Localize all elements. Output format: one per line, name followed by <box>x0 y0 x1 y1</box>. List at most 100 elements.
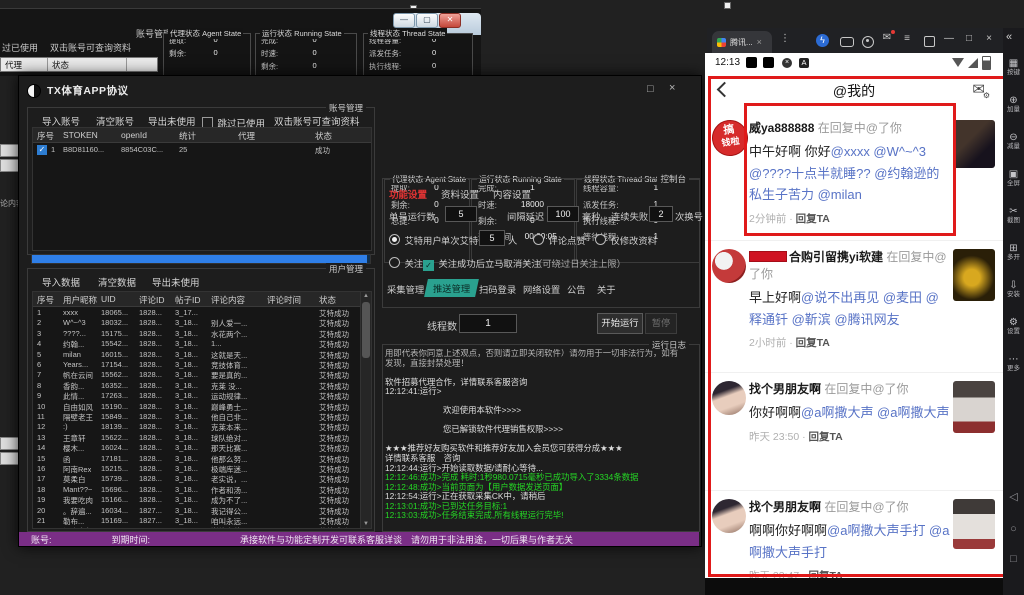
thread-count-input[interactable]: 1 <box>459 314 517 333</box>
maximize-icon[interactable]: □ <box>647 84 654 95</box>
column-header[interactable]: 序号 <box>37 130 54 142</box>
avatar[interactable]: 搞钱啦 <box>710 118 751 159</box>
start-run-button[interactable]: 开始运行 <box>597 313 643 334</box>
collapse-icon[interactable]: « <box>1006 31 1012 43</box>
comment-thumbnail[interactable] <box>953 499 995 549</box>
close-icon[interactable]: × <box>982 33 996 45</box>
profile-only-radio[interactable]: 仅修改资料 <box>595 231 657 249</box>
table-row[interactable]: 1xxxx18065...1828...3_17...艾特成功 <box>33 307 361 317</box>
message-settings-icon[interactable]: ✉⚙ <box>972 80 985 98</box>
scrollbar[interactable]: ▲ ▼ <box>360 292 371 528</box>
close-icon[interactable]: × <box>669 83 675 94</box>
follow-radio[interactable]: 关注 <box>389 254 423 272</box>
radio-icon[interactable] <box>389 234 400 245</box>
import-accounts-button[interactable]: 导入账号 <box>42 114 80 128</box>
table-row[interactable]: 9此情...17263...1828...3_18...运动规律...艾特成功 <box>33 390 361 400</box>
tab-collect-manage[interactable]: 采集管理 <box>387 282 424 296</box>
tab-close-icon[interactable]: × <box>757 37 762 47</box>
table-row[interactable]: 12:)18139...1828...3_18...克莱本来...艾特成功 <box>33 421 361 431</box>
column-header[interactable]: 评论时间 <box>267 294 301 306</box>
column-header[interactable]: 统计 <box>179 130 196 142</box>
sidebar-item-按键[interactable]: ▦按键 <box>1003 58 1024 77</box>
minimize-icon[interactable]: — <box>942 33 956 45</box>
column-header[interactable]: 状态 <box>319 294 336 306</box>
table-row[interactable]: 17莫柔白15739...1828...3_18...老实说，...艾特成功 <box>33 473 361 483</box>
radio-icon[interactable] <box>533 234 544 245</box>
maximize-icon[interactable]: □ <box>962 33 976 45</box>
table-row[interactable]: 3????...15175...1828...3_18...水花两个...艾特成… <box>33 328 361 338</box>
table-row[interactable]: 15函17181...1828...3_18...他那么努...艾特成功 <box>33 453 361 463</box>
table-row[interactable]: 21勒布...15169...1827...3_18...咱叫永远...艾特成功 <box>33 515 361 525</box>
column-header[interactable]: 用户昵称 <box>63 294 97 306</box>
interval-input[interactable]: 100 <box>547 206 579 222</box>
boost-icon[interactable]: ϟ <box>816 34 829 47</box>
scroll-down-icon[interactable]: ▼ <box>361 521 371 527</box>
column-header[interactable]: 状态 <box>315 130 332 142</box>
tab-push-manage[interactable]: 推送管理 <box>424 279 479 297</box>
column-header[interactable]: STOKEN <box>63 130 98 140</box>
tab-announcement[interactable]: 公告 <box>567 282 586 296</box>
table-row[interactable]: 19我要吃肉15166...1828...3_18...成为不了...艾特成功 <box>33 494 361 504</box>
android-back-icon[interactable]: ◁ <box>1003 490 1024 503</box>
fail-input[interactable]: 2 <box>649 206 673 222</box>
table-row[interactable]: 22设个青年1430018273_18巅峰内蒙...艾特成功 <box>33 525 361 528</box>
reply-button[interactable]: 回复TA <box>809 570 843 578</box>
sidebar-item-截图[interactable]: ✂截图 <box>1003 206 1024 225</box>
table-row[interactable]: 7帆在云间15562...1828...3_18...要是真的...艾特成功 <box>33 369 361 379</box>
export-unused-button[interactable]: 导出未使用 <box>148 114 196 128</box>
mail-icon[interactable]: ✉ <box>880 32 894 44</box>
minimize-icon[interactable]: — <box>393 13 415 28</box>
column-header[interactable]: UID <box>101 294 116 304</box>
close-icon[interactable]: ✕ <box>439 13 461 28</box>
tab-profile-settings[interactable]: 资料设置 <box>441 187 479 201</box>
clear-accounts-button[interactable]: 清空账号 <box>96 114 134 128</box>
table-row[interactable]: 11隔壁老王15849...1828...3_18...他自己非...艾特成功 <box>33 411 361 421</box>
browser-tab[interactable]: 腾讯... × <box>712 31 772 53</box>
avatar[interactable] <box>712 249 746 283</box>
sidebar-item-加量[interactable]: ⊕加量 <box>1003 95 1024 114</box>
reply-button[interactable]: 回复TA <box>796 213 830 225</box>
table-row[interactable]: 14樱木...16024...1828...3_18...那天比赛...艾特成功 <box>33 442 361 452</box>
gamepad-icon[interactable] <box>840 37 854 47</box>
tab-qr-login[interactable]: 扫码登录 <box>479 282 516 296</box>
column-header[interactable]: 评论ID <box>139 294 165 306</box>
run-count-input[interactable]: 5 <box>445 206 477 222</box>
sync-icon[interactable] <box>924 36 935 47</box>
radio-icon[interactable] <box>389 257 400 268</box>
run-log[interactable]: 用即代表你同意上述观点，否则请立即关闭软件）请勿用于一切非法行为，如有发现，直接… <box>385 349 695 531</box>
more-vert-icon[interactable]: ⋮ <box>778 33 792 45</box>
table-row[interactable]: 13王章轩15622...1828...3_18...球队绝对...艾特成功 <box>33 432 361 442</box>
column-header[interactable]: 序号 <box>37 294 54 306</box>
column-header[interactable]: openId <box>121 130 147 140</box>
tab-about[interactable]: 关于 <box>597 282 616 296</box>
avatar[interactable] <box>712 381 746 415</box>
maximize-icon[interactable]: ▢ <box>416 13 438 28</box>
account-table[interactable]: 序号STOKENopenId统计代理状态 ✓1B8D81160...8854C0… <box>32 127 372 251</box>
at-once-input[interactable]: 5 <box>479 230 505 246</box>
export-unused-data-button[interactable]: 导出未使用 <box>152 275 200 289</box>
table-row[interactable]: 10自由如风15190...1828...3_18...巅峰勇士...艾特成功 <box>33 401 361 411</box>
table-row[interactable]: 18Mant??~15696...1828...3_18...作者和汤...艾特… <box>33 484 361 494</box>
comment-item[interactable]: 找个男朋友啊 在回复中@了你啊啊你好啊啊@a啊撒大声手打 @a啊撒大声手打昨天 … <box>705 490 1003 491</box>
comment-thumbnail[interactable] <box>953 120 995 168</box>
menu-icon[interactable]: ≡ <box>900 33 914 45</box>
column-header[interactable]: 代理 <box>238 130 255 142</box>
table-row[interactable]: 5milan16015...1828...3_18...这就是天...艾特成功 <box>33 349 361 359</box>
at-user-radio[interactable]: 艾特用户 <box>389 231 442 249</box>
sidebar-item-全屏[interactable]: ▣全屏 <box>1003 169 1024 188</box>
user-table[interactable]: 序号用户昵称UID评论ID帖子ID评论内容评论时间状态 1xxxx18065..… <box>32 291 372 529</box>
username[interactable]: 威ya888888 <box>749 121 814 135</box>
column-header[interactable]: 帖子ID <box>175 294 201 306</box>
reply-button[interactable]: 回复TA <box>796 337 830 349</box>
comment-thumbnail[interactable] <box>953 381 995 433</box>
pause-button[interactable]: 暂停 <box>645 313 677 334</box>
table-row[interactable]: 8香韵...16352...1828...3_18...克莱 没...艾特成功 <box>33 380 361 390</box>
unfollow-checkbox[interactable]: ✓ 关注成功后立马取消关注 <box>423 254 541 272</box>
scrollbar-thumb[interactable] <box>362 302 370 358</box>
avatar[interactable] <box>712 499 746 533</box>
comment-thumbnail[interactable] <box>953 249 995 301</box>
like-radio[interactable]: 评论点赞 <box>533 231 586 249</box>
mention-link[interactable]: @a啊撒大声 @a啊撒大声 <box>801 405 949 420</box>
sidebar-item-减量[interactable]: ⊖减量 <box>1003 132 1024 151</box>
table-row[interactable]: 20。辞遍...16034...1827...3_18...我记得公...艾特成… <box>33 505 361 515</box>
